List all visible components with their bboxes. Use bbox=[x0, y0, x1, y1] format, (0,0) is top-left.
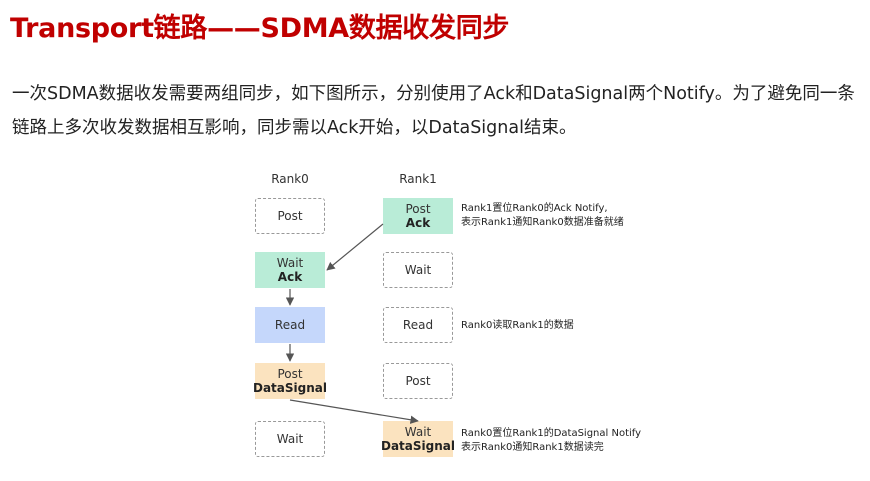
datasignal-notify-arrow bbox=[289, 399, 419, 424]
ack-notify-arrow bbox=[326, 223, 384, 271]
flow-arrows bbox=[285, 223, 419, 424]
